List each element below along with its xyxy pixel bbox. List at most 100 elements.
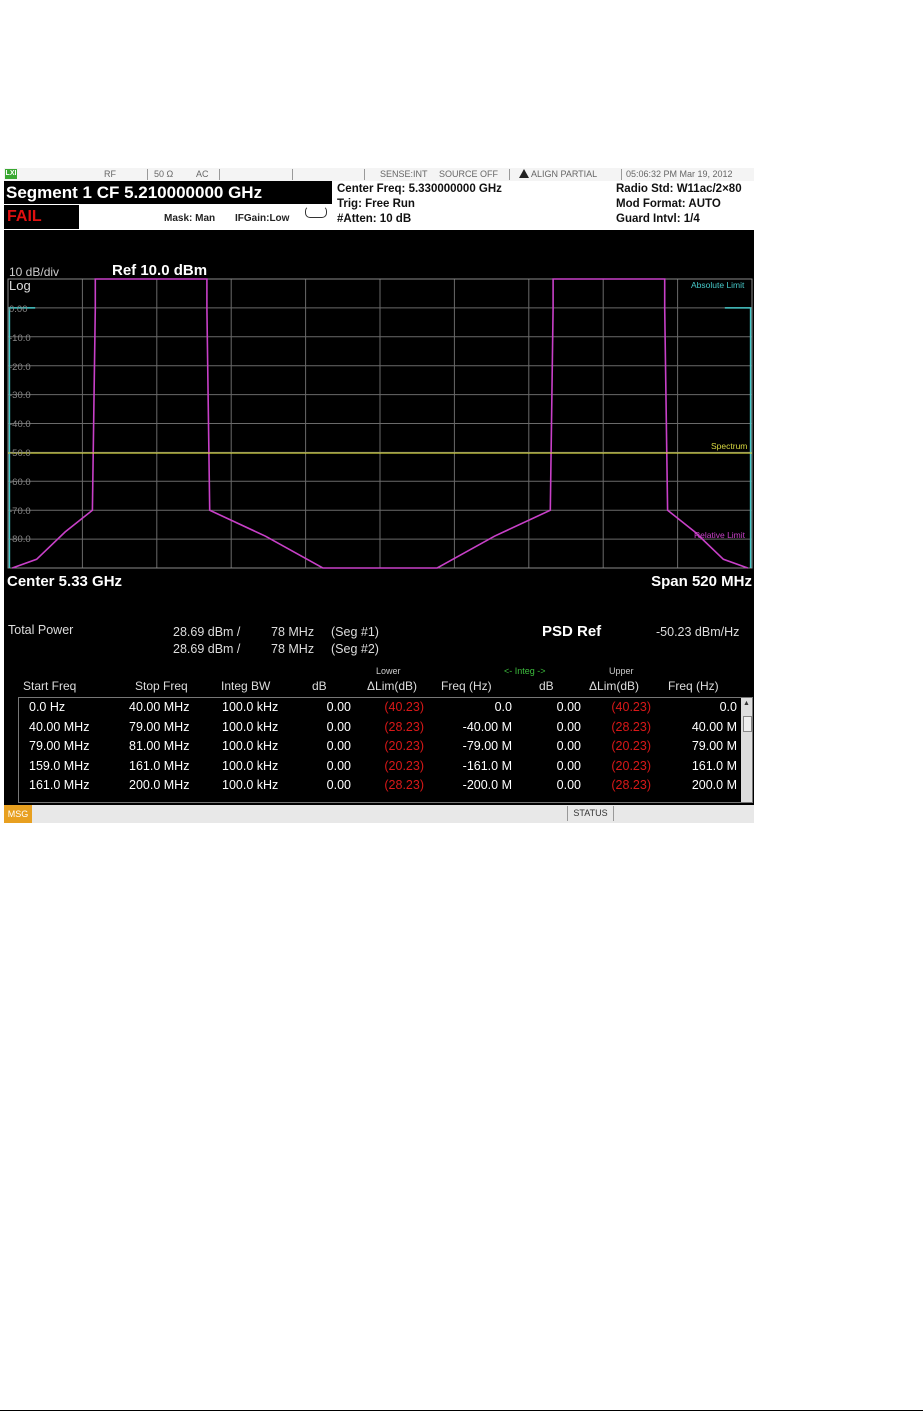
table-cell: (28.23) [611,778,651,792]
table-row[interactable]: 40.00 MHz 79.00 MHz 100.0 kHz 0.00 (28.23) -4… [19,718,744,737]
table-cell: 100.0 kHz [222,700,279,714]
y-tick-label: -40.0 [9,419,31,431]
table-cell: 100.0 kHz [222,758,279,773]
spectrum-plot: 10 dB/div Ref 10.0 dBm Log 0.00 -10.0 -20.… [4,230,754,616]
psd-ref-value: -50.23 dBm/Hz [656,625,740,639]
segment-tag: (Seg #1) [331,625,379,639]
table-cell: 161.0 M [691,758,737,773]
y-tick-label: -70.0 [9,505,31,517]
integ-group-header: <- Integ -> [504,666,546,676]
table-cell: 200.0 MHz [129,778,190,792]
table-cell: 81.00 MHz [129,739,190,753]
impedance-label: 50 Ω [154,169,174,179]
center-frequency-label: Center 5.33 GHz [7,573,123,590]
table-cell: -200.0 M [462,778,512,792]
page-bottom-rule [0,1410,923,1411]
sense-label: SENSE:INT [380,169,428,179]
upper-group-header: Upper [609,666,634,676]
y-tick-label: -10.0 [9,332,31,344]
table-cell: 100.0 kHz [222,778,279,792]
column-header: Stop Freq [135,679,188,693]
total-power-seg2: 28.69 dBm / [173,642,241,656]
trigger-arrow-icon [305,206,327,218]
table-cell: 0.0 [494,700,512,714]
column-header: Start Freq [23,679,77,693]
y-tick-label: 0.00 [9,304,28,315]
column-header: Integ BW [221,679,271,693]
table-scrollbar[interactable]: ▲ [741,698,752,802]
table-cell: 161.0 MHz [129,758,190,773]
center-freq: Center Freq: 5.330000000 GHz [337,183,502,195]
y-tick-label: -60.0 [9,476,31,488]
table-cell: (20.23) [611,739,651,753]
span-label: Span 520 MHz [651,573,752,590]
trigger-mode: Trig: Free Run [337,198,415,210]
results-table[interactable]: 0.0 Hz 40.00 MHz 100.0 kHz 0.00 (40.23) 0.0 0.… [18,697,753,803]
table-row[interactable]: 79.00 MHz 81.00 MHz 100.0 kHz 0.00 (20.23) -7… [19,737,744,756]
fail-badge: FAIL [4,205,79,229]
table-cell: -40.00 M [462,719,512,734]
table-cell: 79.00 MHz [29,739,90,753]
message-indicator[interactable]: MSG [4,805,32,823]
segment-tag: (Seg #2) [331,642,379,656]
table-cell: 79.00 MHz [129,719,190,734]
table-cell: 0.0 Hz [29,700,66,714]
mod-format: Mod Format: AUTO [616,198,721,210]
table-row[interactable]: 0.0 Hz 40.00 MHz 100.0 kHz 0.00 (40.23) 0.0 0.… [19,698,744,717]
table-cell: (28.23) [611,719,651,734]
table-cell: 100.0 kHz [222,719,279,734]
source-label: SOURCE OFF [439,169,499,179]
lxi-indicator: LXI [5,169,17,179]
table-cell: 0.00 [326,739,351,753]
radio-std: Radio Std: W11ac/2×80 [616,183,742,195]
psd-ref-label: PSD Ref [542,623,602,640]
column-header: dB [539,679,554,693]
spectrum-label: Spectrum [711,441,748,451]
table-row[interactable]: 159.0 MHz 161.0 MHz 100.0 kHz 0.00 (20.23) -1… [19,757,744,776]
table-cell: 40.00 MHz [129,700,190,714]
table-cell: (28.23) [384,778,424,792]
table-cell: 159.0 MHz [29,758,90,773]
table-cell: 0.00 [326,758,351,773]
y-tick-label: -80.0 [9,534,31,546]
column-header: ΔLim(dB) [589,679,640,693]
reference-level: Ref 10.0 dBm [112,262,208,279]
table-cell: -79.00 M [462,739,512,753]
table-cell: 0.00 [556,719,581,734]
y-tick-label: -30.0 [9,390,31,402]
total-bw-seg1: 78 MHz [271,625,315,639]
measurement-header: Segment 1 CF 5.210000000 GHz FAIL Mask: … [4,181,754,230]
table-cell: 0.00 [556,778,581,792]
table-cell: 40.00 M [691,719,737,734]
analyzer-screen: LXI RF 50 Ω AC SENSE:INT SOURCE OFF ALIG… [4,168,754,823]
absolute-limit-trace [724,307,752,568]
scale-per-div: 10 dB/div [9,265,60,279]
mask-setting: Mask: Man [164,213,216,224]
log-scale-label: Log [9,278,31,293]
guard-interval: Guard Intvl: 1/4 [616,213,700,225]
table-cell: (28.23) [384,719,424,734]
table-cell: 0.0 [719,700,737,714]
status-bar: LXI RF 50 Ω AC SENSE:INT SOURCE OFF ALIG… [4,168,754,181]
rf-input-label: RF [104,169,116,179]
table-row[interactable]: 161.0 MHz 200.0 MHz 100.0 kHz 0.00 (28.23) -2… [19,776,744,795]
table-cell: 40.00 MHz [29,719,90,734]
results-panel: Total Power 28.69 dBm / 78 MHz (Seg #1) … [4,620,754,805]
trace-graph [7,278,753,569]
lower-group-header: Lower [376,666,401,676]
y-tick-label: -50.0 [9,448,31,459]
relative-limit-label: Relative Limit [694,530,746,540]
total-power-label: Total Power [8,623,74,637]
scroll-up-icon[interactable]: ▲ [741,700,752,709]
scroll-thumb[interactable] [743,716,752,732]
table-cell: (40.23) [384,700,424,714]
table-cell: 0.00 [326,700,351,714]
table-cell: (20.23) [384,739,424,753]
table-cell: 0.00 [326,719,351,734]
bottom-bar: MSG STATUS [4,805,754,823]
absolute-limit-trace [8,307,36,568]
coupling-label: AC [196,169,209,179]
total-power-seg1: 28.69 dBm / [173,625,241,639]
column-header: Freq (Hz) [441,679,492,693]
status-indicator[interactable]: STATUS [567,806,614,821]
